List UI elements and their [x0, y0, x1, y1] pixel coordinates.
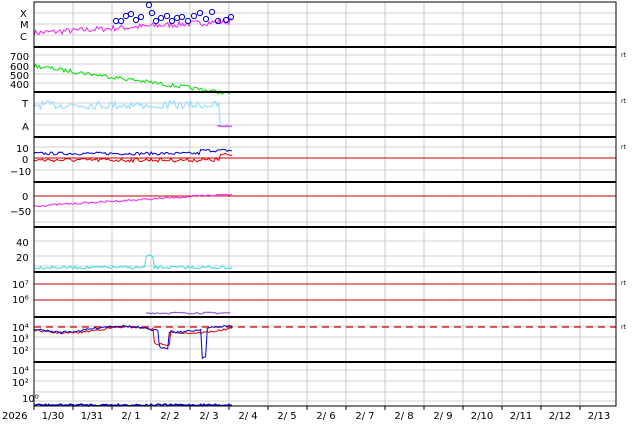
- ylabel-flux-1e0: 10⁰: [22, 394, 39, 405]
- x-tick-label: 1/31: [81, 411, 103, 422]
- side-marker-speed: rt: [621, 52, 626, 59]
- ylabel-class-c: C: [20, 32, 27, 43]
- ylabel-density-20: 20: [16, 253, 29, 264]
- flare-marker: [168, 17, 176, 25]
- ylabel-flux-1e4: 10⁴: [12, 366, 29, 377]
- bt-series: [33, 148, 233, 156]
- x-tick-label: 2/10: [471, 411, 493, 422]
- ylabel-speed-400: 400: [10, 80, 29, 91]
- x-tick-label: 1/30: [42, 411, 64, 422]
- plot-frame: [33, 1, 617, 407]
- chart-grid: [33, 2, 616, 406]
- x-tick-label: 2/ 4: [238, 411, 257, 422]
- speed-series: [33, 63, 233, 95]
- ylabel-proton-1e3: 10³: [12, 334, 29, 345]
- x-tick-label: 2/ 7: [355, 411, 374, 422]
- ylabel-dst-0: 0: [22, 192, 28, 203]
- flare-marker: [112, 17, 120, 25]
- side-marker-electron: rt: [621, 280, 626, 287]
- flare-marker: [202, 15, 210, 23]
- x-tick-label: 2/ 9: [433, 411, 452, 422]
- xray-series: [33, 17, 233, 37]
- ylabel-mag-t: T: [21, 99, 29, 110]
- electron-series: [145, 311, 231, 315]
- ylabel-bz-10: 10: [16, 144, 29, 155]
- ylabel-mag-a: A: [22, 122, 29, 133]
- ylabel-proton-1e4: 10⁴: [12, 323, 29, 334]
- flare-marker: [132, 16, 140, 24]
- x-tick-label: 2/ 3: [199, 411, 218, 422]
- x-year-label: 2026: [2, 411, 27, 422]
- proton-blue-series: [33, 324, 233, 360]
- flare-marker: [117, 17, 125, 25]
- ylabel-density-40: 40: [16, 238, 29, 249]
- x-tick-label: 2/ 5: [277, 411, 296, 422]
- flare-marker: [173, 14, 181, 22]
- density-series: [33, 254, 233, 270]
- flare-marker: [163, 12, 171, 20]
- ylabel-electron-1e7: 10⁷: [12, 280, 29, 291]
- ylabel-class-m: M: [20, 20, 29, 31]
- side-marker-proton: rt: [621, 324, 626, 331]
- flare-marker: [208, 8, 216, 16]
- x-tick-label: 2/13: [588, 411, 610, 422]
- ylabel-bz-neg10: −10: [10, 167, 31, 178]
- flare-marker: [190, 12, 198, 20]
- flare-marker: [178, 13, 186, 21]
- ylabel-electron-1e6: 10⁶: [12, 295, 29, 306]
- ylabel-bz-0: 0: [22, 155, 28, 166]
- side-marker-mag: rt: [621, 98, 626, 105]
- flare-marker: [152, 17, 160, 25]
- flare-marker: [122, 12, 130, 20]
- ylabel-flux-1e2: 10²: [12, 378, 29, 389]
- x-tick-label: 2/11: [510, 411, 532, 422]
- flare-marker: [157, 14, 165, 22]
- space-weather-chart: X M C 700 600 500 400 T A 10 0 −10 0 −50…: [2, 1, 626, 422]
- flare-marker: [137, 13, 145, 21]
- x-tick-label: 2/ 6: [316, 411, 335, 422]
- reference-lines: [34, 157, 616, 328]
- x-tick-label: 2/ 1: [121, 411, 140, 422]
- proton-red-series: [33, 325, 233, 347]
- ylabel-class-x: X: [20, 9, 27, 20]
- side-marker-bz: rt: [621, 144, 626, 151]
- flare-marker: [127, 10, 135, 18]
- data-series: [33, 1, 235, 408]
- ylabel-proton-1e2: 10²: [12, 346, 29, 357]
- x-tick-label: 2/12: [549, 411, 571, 422]
- x-tick-label: 2/ 8: [394, 411, 413, 422]
- x-tick-labels: 1/30 1/31 2/ 1 2/ 2 2/ 3 2/ 4 2/ 5 2/ 6 2/ 7 2/ 8…: [42, 411, 610, 422]
- x-tick-label: 2/ 2: [160, 411, 179, 422]
- ylabel-dst-neg50: −50: [10, 207, 31, 218]
